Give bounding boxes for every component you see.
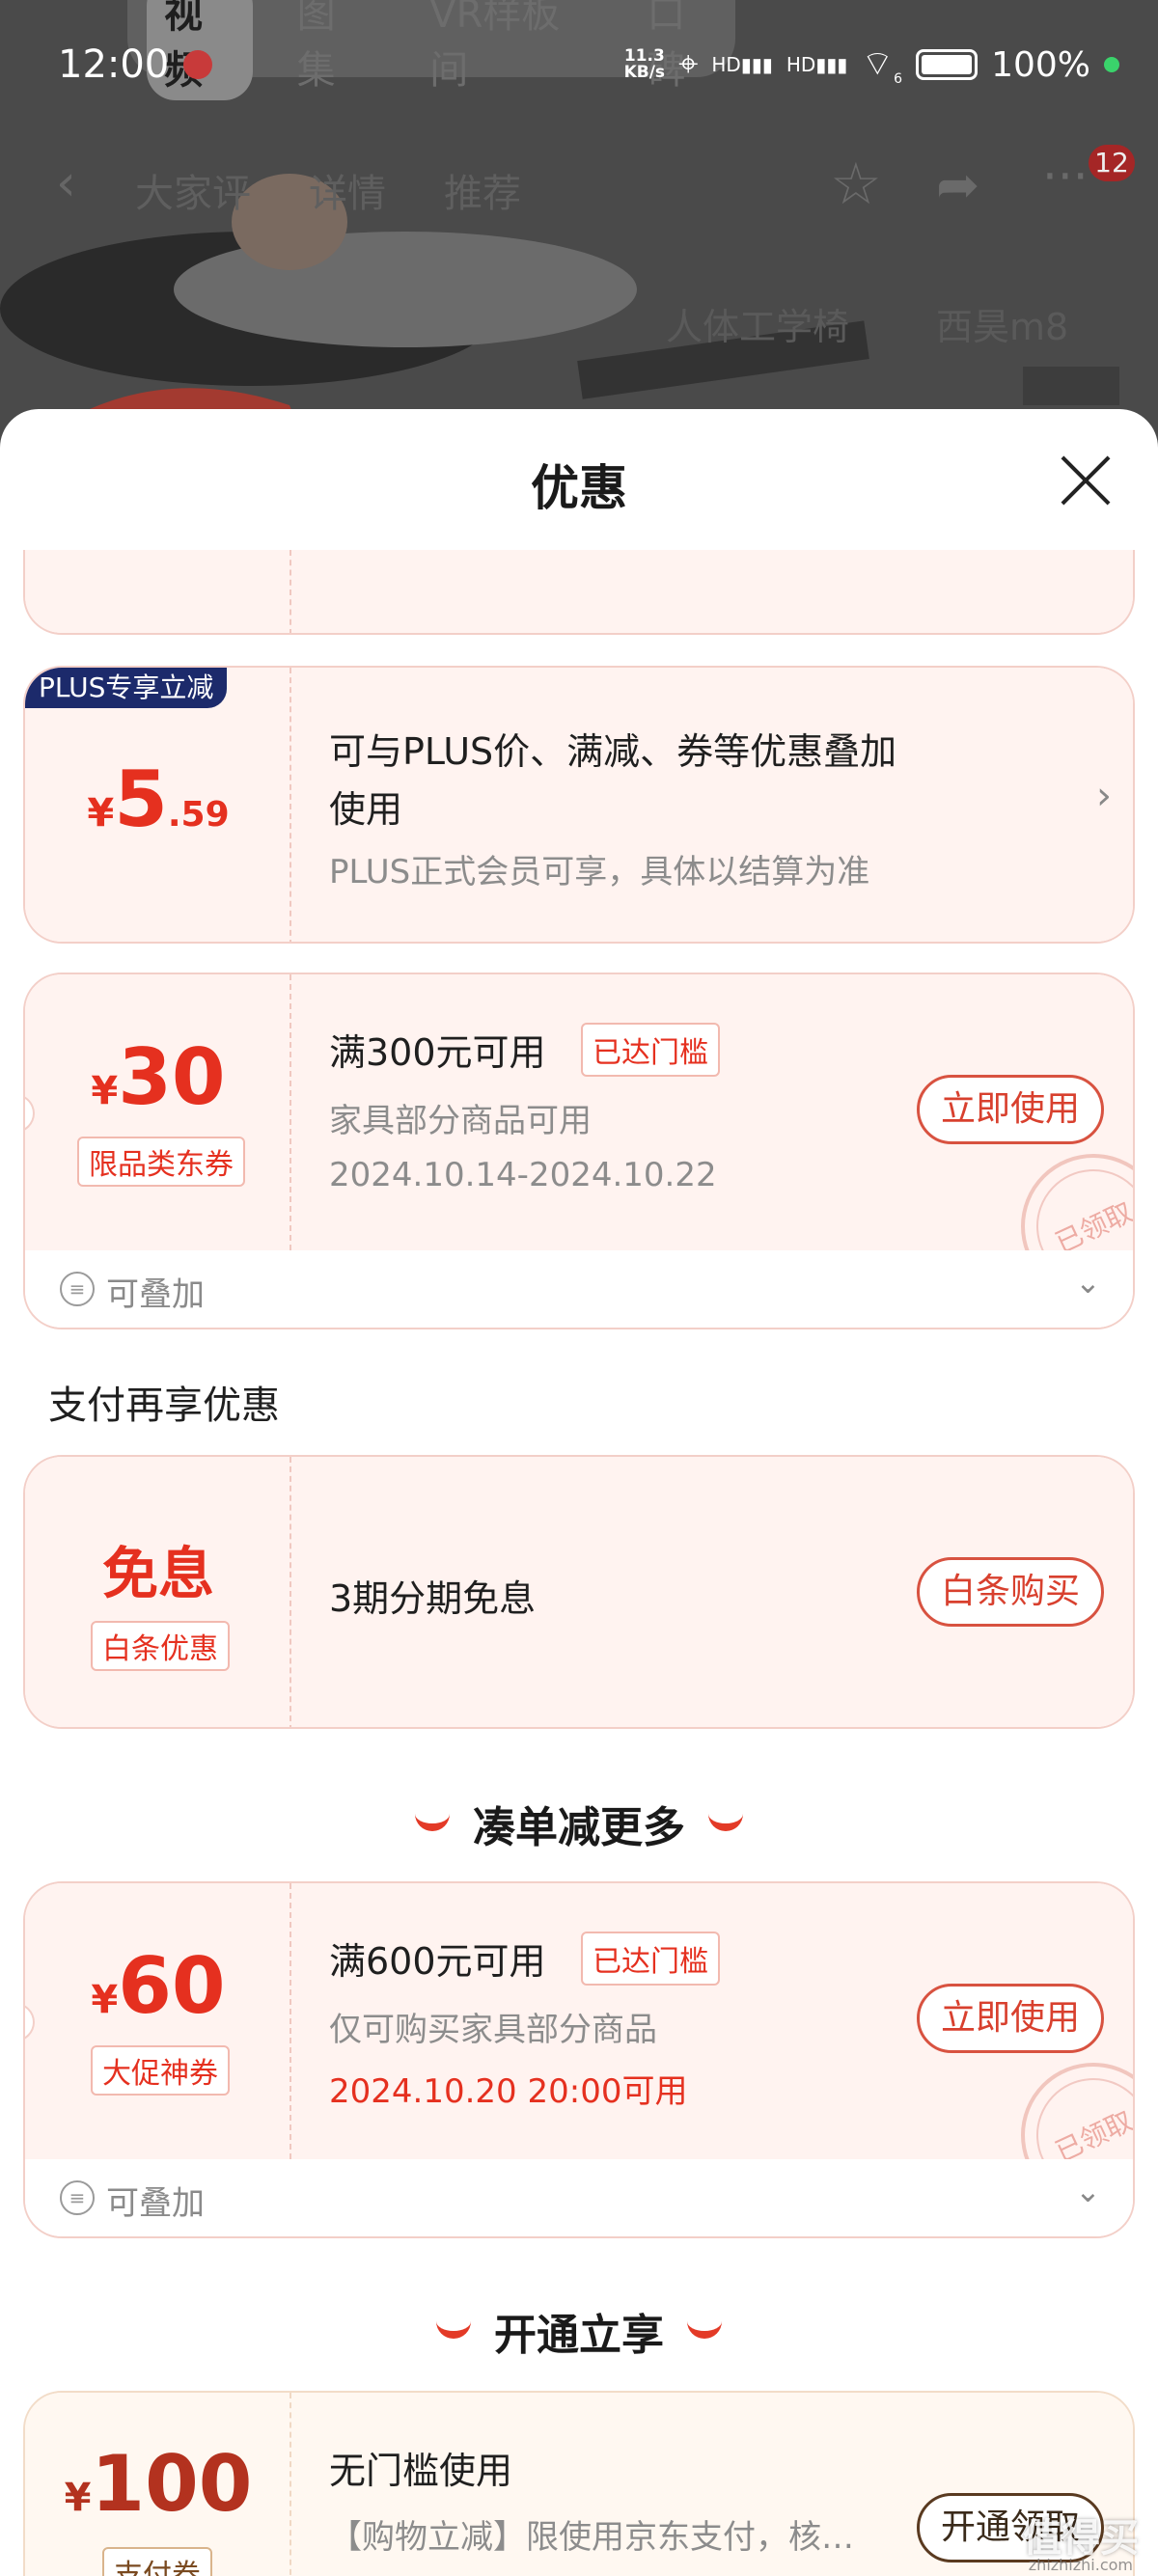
coupon-threshold: 满300元可用 [329,1031,546,1074]
nav-tab-reviews[interactable]: 大家评 [135,162,251,218]
coupon-start-time: 2024.10.20 20:00可用 [329,2072,688,2111]
plus-title-line1: 可与PLUS价、满减、券等优惠叠加 [329,730,897,773]
smile-icon [436,2321,471,2339]
section-add-more: 凑单减更多 [0,1793,1158,1854]
nav-tab-details[interactable]: 详情 [309,162,386,218]
baitiao-tag: 白条优惠 [91,1621,230,1671]
pay-coupon-price: ¥100 [64,2439,253,2529]
plus-title-line2: 使用 [329,788,403,831]
coupon-threshold: 无门槛使用 [329,2450,513,2492]
coupon-scope: 仅可购买家具部分商品 [329,2011,657,2049]
product-page-backdrop: 视频 图集 VR样板间 口碑 12:00 11.3 KB/s ⌖ HD▮▮▮ H… [0,0,1158,453]
smile-icon [687,2321,722,2339]
battery-icon [916,49,979,81]
coupon-60-card[interactable]: ¥60 大促神券 满600元可用 已达门槛 仅可购买家具部分商品 2024.10… [23,1881,1135,2238]
more-icon[interactable]: ··· [1042,149,1089,205]
chevron-right-icon[interactable]: › [1096,774,1112,818]
smile-icon [708,1814,743,1831]
coupon-description: 【购物立减】限使用京东支付，核… [329,2518,854,2557]
close-icon[interactable] [1057,452,1115,509]
coupon-30-price: ¥30 [91,1032,226,1122]
threshold-reached-badge: 已达门槛 [581,1023,720,1077]
share-icon[interactable]: ➦ [936,154,979,215]
battery-percent: 100% [991,44,1090,85]
bg-tag: 西昊m8 [936,306,1069,348]
status-bar: 12:00 11.3 KB/s ⌖ HD▮▮▮ HD▮▮▮ ⌔6 100% [0,39,1158,96]
coupon-threshold: 满600元可用 [329,1940,546,1983]
chevron-down-icon[interactable]: ⌄ [1075,2173,1101,2209]
bg-tag: 人体工学椅 [666,306,850,348]
signal-icon: HD▮▮▮ [786,53,848,77]
product-nav-bar: ‹ 大家评 详情 推荐 ☆ ➦ ··· 12 [0,145,1158,222]
back-icon[interactable]: ‹ [56,154,76,212]
chevron-down-icon[interactable]: ⌄ [1075,1264,1101,1301]
installment-title: 3期分期免息 [329,1577,537,1620]
pay-coupon-100-card[interactable]: ¥100 支付券 无门槛使用 【购物立减】限使用京东支付，核… 开通领取 [23,2391,1135,2576]
status-time: 12:00 [58,42,170,87]
threshold-reached-badge: 已达门槛 [581,1932,720,1986]
coupon-60-price: ¥60 [91,1941,226,2031]
section-open-enjoy: 开通立享 [0,2300,1158,2362]
coupon-validity: 2024.10.14-2024.10.22 [329,1156,717,1194]
coupon-type-tag: 大促神券 [91,2045,230,2096]
coupon-30-card[interactable]: ¥30 限品类东券 满300元可用 已达门槛 家具部分商品可用 2024.10.… [23,973,1135,1329]
coupon-type-tag: 限品类东券 [77,1137,245,1187]
smile-icon [415,1814,450,1831]
plus-subtitle: PLUS正式会员可享，具体以结算为准 [329,853,870,891]
promotions-sheet: 优惠 PLUS专享立减 ¥5.59 可与PLUS价、满减、券等优惠叠加 使用 P… [0,409,1158,2576]
favorite-star-icon[interactable]: ☆ [830,151,882,218]
site-watermark: 值得买 [1023,2516,1139,2561]
stack-icon: ≡ [60,1272,95,1306]
sheet-title: 优惠 [531,460,627,516]
plus-discount-card[interactable]: PLUS专享立减 ¥5.59 可与PLUS价、满减、券等优惠叠加 使用 PLUS… [23,666,1135,944]
app-notification-icon [183,50,212,79]
signal-icon: HD▮▮▮ [711,53,773,77]
plus-badge: PLUS专享立减 [25,668,228,708]
network-speed: 11.3 KB/s [623,46,666,83]
plus-price: ¥5.59 [87,754,230,844]
message-badge: 12 [1089,145,1135,181]
baitiao-card[interactable]: 免息 白条优惠 3期分期免息 白条购买 [23,1455,1135,1729]
interest-free-label: 免息 [101,1541,214,1606]
coupon-type-tag: 支付券 [102,2547,212,2576]
stackable-label: 可叠加 [106,1275,205,1314]
site-watermark-url: zhizhizhi.com [1028,2556,1133,2574]
nav-tab-recommend[interactable]: 推荐 [444,162,521,218]
section-pay-more: 支付再享优惠 [48,1384,280,1428]
use-now-button[interactable]: 立即使用 [917,1984,1104,2053]
coupon-scope: 家具部分商品可用 [329,1102,592,1140]
location-icon: ⌖ [678,44,699,85]
stackable-label: 可叠加 [106,2184,205,2223]
wifi-icon: ⌔6 [861,44,903,88]
baitiao-buy-button[interactable]: 白条购买 [917,1557,1104,1627]
coupon-card-partial[interactable] [23,550,1135,635]
stack-icon: ≡ [60,2180,95,2215]
use-now-button[interactable]: 立即使用 [917,1075,1104,1144]
stackable-row[interactable]: ≡ 可叠加 ⌄ [25,1250,1133,1328]
stackable-row[interactable]: ≡ 可叠加 ⌄ [25,2159,1133,2236]
charging-dot-icon [1104,57,1119,73]
